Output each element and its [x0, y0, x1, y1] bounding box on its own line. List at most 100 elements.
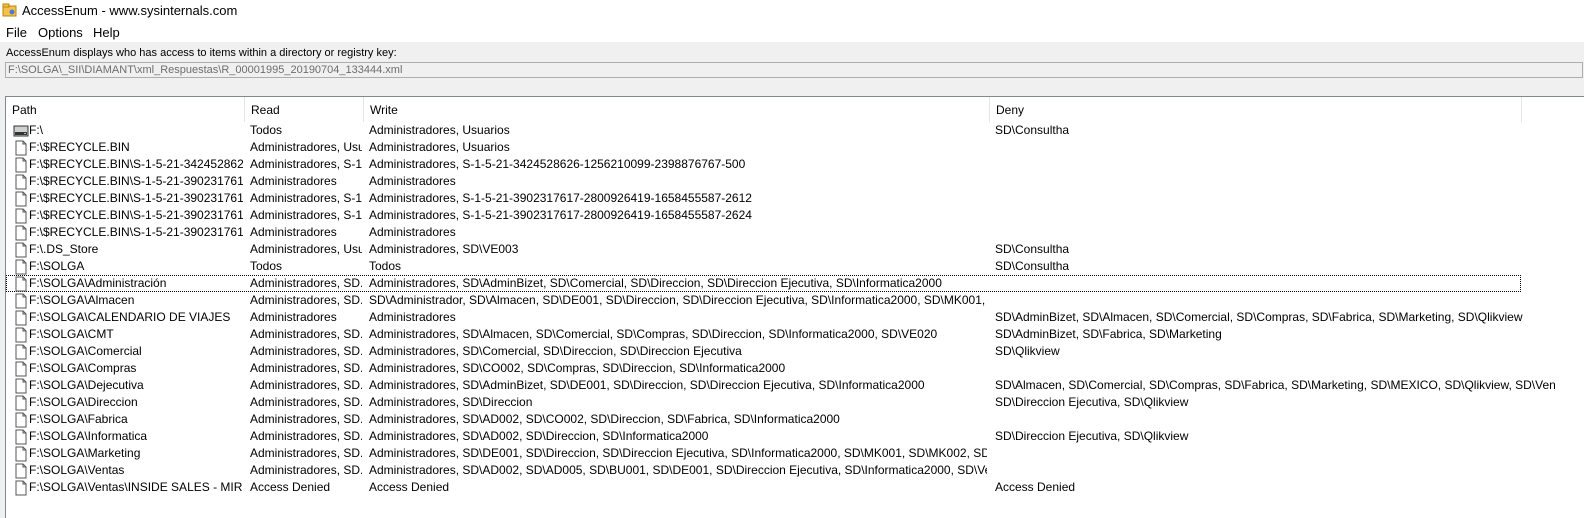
- deny-cell: [995, 224, 1555, 241]
- results-list[interactable]: Path Read Write Deny F:\ Todos Administrad…: [5, 96, 1584, 518]
- table-row[interactable]: F:\SOLGA\CALENDARIO DE VIAJES Administrad…: [6, 309, 1522, 326]
- table-row[interactable]: F:\$RECYCLE.BIN Administradores, Usu... Ad…: [6, 139, 1521, 156]
- deny-cell: SD\AdminBizet, SD\Fabrica, SD\Marketing: [995, 327, 1222, 341]
- table-row[interactable]: F:\$RECYCLE.BIN\S-1-5-21-3902317617-2...…: [6, 224, 1521, 241]
- deny-cell: [995, 207, 1555, 224]
- file-icon: [15, 446, 27, 462]
- file-icon: [15, 480, 27, 496]
- description-label: AccessEnum displays who has access to it…: [6, 47, 397, 59]
- file-icon: [15, 259, 27, 275]
- table-row[interactable]: F:\$RECYCLE.BIN\S-1-5-21-3902317617-2...…: [6, 173, 1521, 190]
- path-cell: F:\$RECYCLE.BIN\S-1-5-21-3902317617-2...: [29, 191, 243, 205]
- table-row[interactable]: F:\SOLGA\Marketing Administradores, SD...…: [6, 445, 1521, 462]
- deny-cell: [995, 360, 1555, 377]
- deny-cell: [995, 156, 1555, 173]
- file-icon: [15, 327, 27, 343]
- file-icon: [15, 310, 27, 326]
- read-cell: Administradores, SD...: [250, 378, 362, 392]
- file-icon: [15, 463, 27, 479]
- read-cell: Administradores, SD...: [250, 293, 362, 307]
- deny-cell: [995, 411, 1555, 428]
- path-input[interactable]: F:\SOLGA\_SII\DIAMANT\xml_Respuestas\R_0…: [5, 62, 1583, 78]
- deny-cell: [995, 275, 1555, 292]
- table-row[interactable]: F:\SOLGA\Ventas\INSIDE SALES - MIREI... A…: [6, 479, 1521, 496]
- table-row[interactable]: F:\SOLGA\Administración Administradores, …: [6, 275, 1521, 292]
- write-cell: Administradores, SD\AdminBizet, SD\Comer…: [369, 276, 942, 290]
- read-cell: Administradores: [250, 310, 337, 324]
- file-icon: [15, 395, 27, 411]
- table-row[interactable]: F:\SOLGA\Fabrica Administradores, SD... Ad…: [6, 411, 1521, 428]
- file-icon: [15, 276, 27, 292]
- menu-options[interactable]: Options: [38, 25, 83, 40]
- path-cell: F:\$RECYCLE.BIN\S-1-5-21-3424528626-1...: [29, 157, 243, 171]
- deny-cell: Access Denied: [995, 480, 1076, 494]
- deny-cell: SD\Qlikview: [995, 344, 1060, 358]
- read-cell: Administradores, SD...: [250, 395, 362, 409]
- read-cell: Todos: [250, 123, 283, 137]
- read-cell: Administradores, SD...: [250, 361, 362, 375]
- write-cell: Administradores, SD\Almacen, SD\Comercia…: [369, 327, 938, 341]
- read-cell: Administradores, S-1-...: [250, 191, 362, 205]
- read-cell: Administradores: [250, 174, 337, 188]
- path-cell: F:\SOLGA\Ventas: [29, 463, 125, 477]
- read-cell: Administradores, Usu...: [250, 242, 362, 256]
- deny-cell: SD\AdminBizet, SD\Almacen, SD\Comercial,…: [995, 310, 1523, 324]
- table-row[interactable]: F:\SOLGA\Informatica Administradores, SD.…: [6, 428, 1521, 445]
- table-row[interactable]: F:\$RECYCLE.BIN\S-1-5-21-3902317617-2...…: [6, 207, 1521, 224]
- file-icon: [15, 429, 27, 445]
- path-cell: F:\.DS_Store: [29, 242, 99, 256]
- table-row[interactable]: F:\SOLGA\Compras Administradores, SD... Ad…: [6, 360, 1521, 377]
- column-header-read[interactable]: Read: [245, 97, 364, 122]
- file-icon: [15, 378, 27, 394]
- table-row[interactable]: F:\SOLGA\Almacen Administradores, SD... SD…: [6, 292, 1521, 309]
- menu-file[interactable]: File: [6, 25, 27, 40]
- file-icon: [15, 412, 27, 428]
- read-cell: Administradores, SD...: [250, 463, 362, 477]
- table-row[interactable]: F:\$RECYCLE.BIN\S-1-5-21-3424528626-1...…: [6, 156, 1521, 173]
- read-cell: Administradores, SD...: [250, 412, 362, 426]
- path-cell: F:\SOLGA\CALENDARIO DE VIAJES: [29, 310, 231, 324]
- deny-cell: [995, 445, 1555, 462]
- write-cell: Administradores, SD\CO002, SD\Compras, S…: [369, 361, 786, 375]
- column-header-deny[interactable]: Deny: [990, 97, 1522, 122]
- table-row[interactable]: F:\$RECYCLE.BIN\S-1-5-21-3902317617-2...…: [6, 190, 1521, 207]
- file-icon: [15, 225, 27, 241]
- path-cell: F:\SOLGA\Direccion: [29, 395, 138, 409]
- read-cell: Administradores, S-1-...: [250, 208, 362, 222]
- menu-help[interactable]: Help: [93, 25, 120, 40]
- write-cell: Administradores: [369, 310, 456, 324]
- write-cell: Administradores, SD\AdminBizet, SD\DE001…: [369, 378, 925, 392]
- menu-bar: File Options Help: [0, 22, 1584, 42]
- table-row[interactable]: F:\ Todos Administradores, Usuarios SD\Cons…: [6, 122, 1521, 139]
- file-icon: [15, 140, 27, 156]
- path-cell: F:\SOLGA\Ventas\INSIDE SALES - MIREI...: [29, 480, 243, 494]
- table-row[interactable]: F:\.DS_Store Administradores, Usu... Admin…: [6, 241, 1521, 258]
- column-header-path[interactable]: Path: [6, 97, 245, 122]
- path-cell: F:\SOLGA\Dejecutiva: [29, 378, 144, 392]
- write-cell: Administradores, SD\AD002, SD\AD005, SD\…: [369, 463, 987, 477]
- table-row[interactable]: F:\SOLGA\CMT Administradores, SD... Admini…: [6, 326, 1521, 343]
- table-row[interactable]: F:\SOLGA Todos Todos SD\Consultha: [6, 258, 1521, 275]
- file-icon: [15, 174, 27, 190]
- column-header-write[interactable]: Write: [364, 97, 990, 122]
- list-header: Path Read Write Deny: [6, 97, 1584, 122]
- deny-cell: [995, 139, 1555, 156]
- file-icon: [15, 242, 27, 258]
- read-cell: Administradores, SD...: [250, 344, 362, 358]
- table-row[interactable]: F:\SOLGA\Comercial Administradores, SD...…: [6, 343, 1521, 360]
- path-cell: F:\$RECYCLE.BIN\S-1-5-21-3902317617-2...: [29, 174, 243, 188]
- read-cell: Access Denied: [250, 480, 331, 494]
- deny-cell: SD\Consultha: [995, 123, 1070, 137]
- read-cell: Administradores, SD...: [250, 429, 362, 443]
- table-row[interactable]: F:\SOLGA\Dejecutiva Administradores, SD..…: [6, 377, 1555, 394]
- deny-cell: [995, 462, 1555, 479]
- file-icon: [15, 208, 27, 224]
- path-cell: F:\: [29, 123, 43, 137]
- read-cell: Administradores, SD...: [250, 446, 362, 460]
- title-bar: AccessEnum - www.sysinternals.com: [0, 0, 1584, 22]
- table-row[interactable]: F:\SOLGA\Ventas Administradores, SD... Adm…: [6, 462, 1521, 479]
- write-cell: Administradores, SD\VE003: [369, 242, 519, 256]
- read-cell: Administradores, SD...: [250, 327, 362, 341]
- write-cell: Administradores, Usuarios: [369, 123, 510, 137]
- table-row[interactable]: F:\SOLGA\Direccion Administradores, SD...…: [6, 394, 1521, 411]
